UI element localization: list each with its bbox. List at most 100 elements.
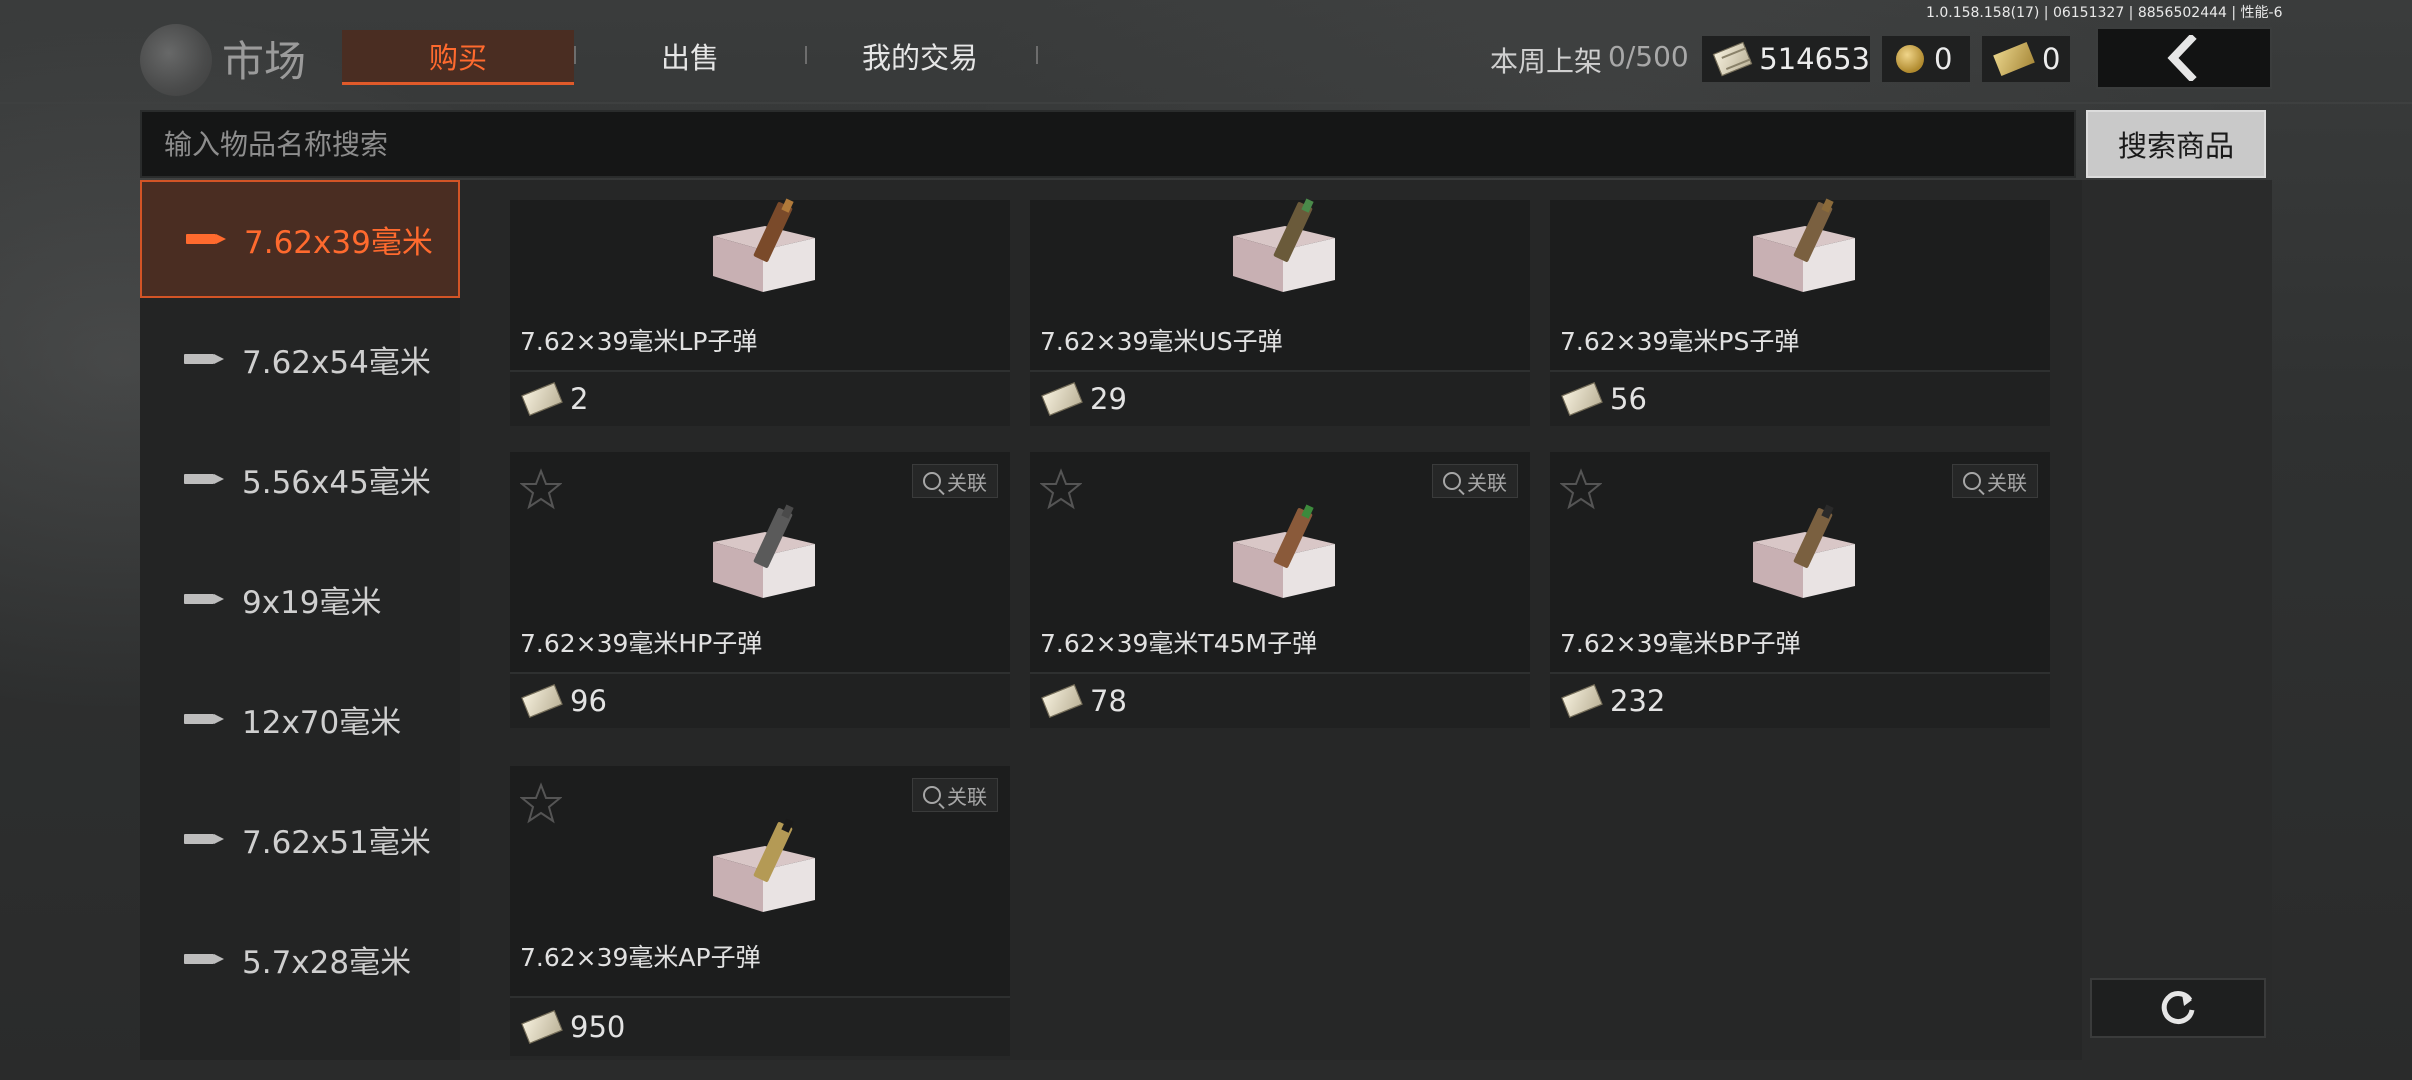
related-label: 关联 [947, 784, 987, 809]
item-price: 29 [1090, 382, 1127, 416]
item-card[interactable]: 7.62×39毫米US子弹 29 [1030, 198, 1530, 426]
tab-divider [574, 46, 576, 64]
currency-value: 514653 [1759, 42, 1870, 76]
tab-buy[interactable]: 购买 [342, 30, 574, 85]
currency-value: 0 [2042, 42, 2061, 76]
currency-cash: 514653 [1702, 36, 1870, 82]
bullet-icon [184, 594, 228, 604]
build-info: 1.0.158.158(17) | 06151327 | 8856502444 … [1926, 5, 2283, 21]
category-label: 5.56x45毫米 [242, 464, 431, 501]
category-item[interactable]: 7.62x51毫米 [140, 780, 460, 898]
item-name: 7.62×39毫米BP子弹 [1560, 629, 1801, 658]
bullet-icon [184, 474, 228, 484]
category-item[interactable]: 5.56x45毫米 [140, 420, 460, 538]
item-card[interactable]: 关联 7.62×39毫米BP子弹 232 [1550, 452, 2050, 728]
ammo-box-icon [1753, 504, 1855, 598]
cash-icon [1561, 684, 1603, 718]
item-price: 56 [1610, 382, 1647, 416]
item-card[interactable]: 7.62×39毫米PS子弹 56 [1550, 198, 2050, 426]
category-label: 9x19毫米 [242, 584, 382, 621]
item-name: 7.62×39毫米LP子弹 [520, 327, 758, 356]
tab-divider [805, 46, 807, 64]
chevron-left-icon [2167, 35, 2197, 81]
category-label: 7.62x54毫米 [242, 344, 431, 381]
price-bar: 29 [1030, 370, 1530, 426]
category-item[interactable]: 7.62x54毫米 [140, 300, 460, 418]
tab-divider [1036, 46, 1038, 64]
ammo-box-icon [713, 198, 815, 292]
price-bar: 950 [510, 996, 1010, 1056]
search-icon [923, 786, 941, 804]
category-label: 12x70毫米 [242, 704, 402, 741]
globe-icon [140, 24, 212, 96]
category-item[interactable]: 9x19毫米 [140, 540, 460, 658]
cash-icon [1712, 41, 1753, 77]
side-panel [2082, 180, 2272, 1060]
bullet-icon [186, 234, 230, 244]
cash-icon [1041, 382, 1083, 416]
related-button[interactable]: 关联 [912, 464, 998, 498]
category-item[interactable]: 12x70毫米 [140, 660, 460, 778]
ticket-icon [1993, 42, 2035, 76]
ammo-box-icon [713, 504, 815, 598]
search-input[interactable] [140, 110, 2076, 178]
weekly-listing-count: 0/500 [1608, 40, 1689, 73]
cash-icon [521, 684, 563, 718]
category-label: 7.62x51毫米 [242, 824, 431, 861]
search-icon [923, 472, 941, 490]
item-card[interactable]: 关联 7.62×39毫米T45M子弹 78 [1030, 452, 1530, 728]
item-name: 7.62×39毫米PS子弹 [1560, 327, 1800, 356]
ammo-box-icon [1233, 504, 1335, 598]
currency-value: 0 [1934, 42, 1953, 76]
ammo-box-icon [1233, 198, 1335, 292]
item-name: 7.62×39毫米HP子弹 [520, 629, 763, 658]
item-price: 232 [1610, 684, 1666, 718]
related-button[interactable]: 关联 [912, 778, 998, 812]
related-label: 关联 [1987, 470, 2027, 495]
coin-icon [1896, 45, 1924, 73]
item-name: 7.62×39毫米US子弹 [1040, 327, 1283, 356]
item-price: 96 [570, 684, 607, 718]
currency-ticket: 0 [1982, 36, 2070, 82]
refresh-button[interactable] [2090, 978, 2266, 1038]
category-item[interactable]: 5.7x28毫米 [140, 900, 460, 1018]
category-label: 5.7x28毫米 [242, 944, 412, 981]
price-bar: 232 [1550, 672, 2050, 728]
related-label: 关联 [1467, 470, 1507, 495]
cash-icon [1041, 684, 1083, 718]
category-label: 7.62x39毫米 [244, 224, 433, 261]
item-price: 78 [1090, 684, 1127, 718]
item-card[interactable]: 7.62×39毫米LP子弹 2 [510, 198, 1010, 426]
cash-icon [521, 1010, 563, 1044]
star-icon[interactable] [520, 468, 562, 510]
price-bar: 2 [510, 370, 1010, 426]
star-icon[interactable] [520, 782, 562, 824]
back-button[interactable] [2096, 27, 2272, 89]
bullet-icon [184, 954, 228, 964]
ammo-box-icon [713, 818, 815, 912]
star-icon[interactable] [1560, 468, 1602, 510]
item-card[interactable]: 关联 7.62×39毫米HP子弹 96 [510, 452, 1010, 728]
item-name: 7.62×39毫米T45M子弹 [1040, 629, 1318, 658]
bullet-icon [184, 714, 228, 724]
star-icon[interactable] [1040, 468, 1082, 510]
related-button[interactable]: 关联 [1952, 464, 2038, 498]
weekly-listing-label: 本周上架 [1490, 45, 1603, 78]
page-title: 市场 [222, 37, 307, 86]
search-icon [1963, 472, 1981, 490]
tab-my-trades[interactable]: 我的交易 [810, 30, 1030, 82]
search-button[interactable]: 搜索商品 [2086, 110, 2266, 178]
header-divider [0, 102, 2412, 104]
item-card[interactable]: 关联 7.62×39毫米AP子弹 950 [510, 766, 1010, 1056]
tab-sell[interactable]: 出售 [580, 30, 800, 82]
cash-icon [1561, 382, 1603, 416]
related-button[interactable]: 关联 [1432, 464, 1518, 498]
currency-coin: 0 [1882, 36, 1970, 82]
category-sidebar: 7.62x39毫米 7.62x54毫米 5.56x45毫米 9x19毫米 12x… [140, 180, 462, 1060]
refresh-icon [2161, 991, 2195, 1025]
search-icon [1443, 472, 1461, 490]
bullet-icon [184, 354, 228, 364]
category-item[interactable]: 7.62x39毫米 [140, 180, 460, 298]
price-bar: 96 [510, 672, 1010, 728]
related-label: 关联 [947, 470, 987, 495]
